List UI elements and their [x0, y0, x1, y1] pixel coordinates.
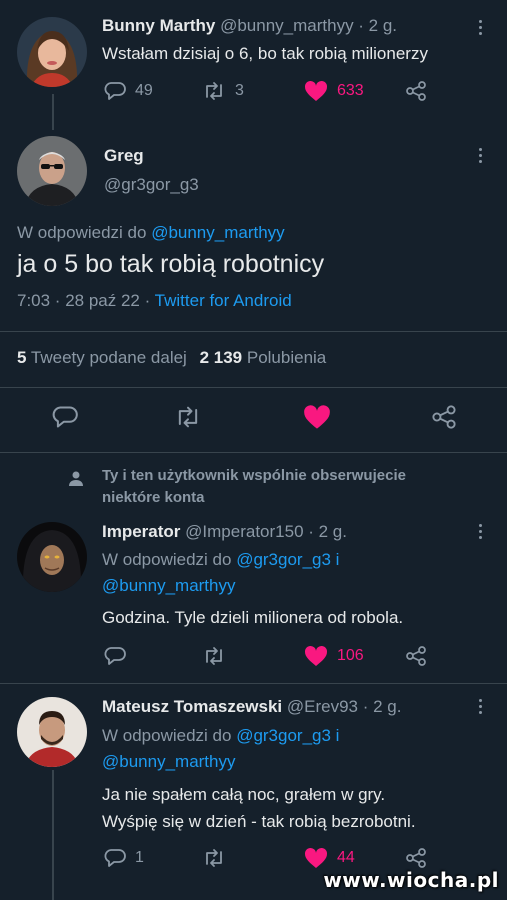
reply2-header: Mateusz Tomaszewski @Erev93 · 2 g. [102, 697, 401, 717]
divider-reply1-bottom [0, 683, 507, 684]
reply2-reply-prefix: W odpowiedzi do [102, 726, 237, 745]
reply-icon [52, 406, 78, 428]
heart-icon [304, 80, 328, 101]
tweet1-reply-button[interactable]: 49 [104, 81, 153, 101]
tweet1-share-button[interactable] [405, 81, 427, 101]
reply-icon [104, 82, 126, 100]
reply2-reply-count: 1 [135, 849, 144, 866]
retweet-icon [206, 82, 222, 100]
reply1-header: Imperator @Imperator150 · 2 g. [102, 522, 347, 542]
reply2-retweet-button[interactable] [202, 848, 235, 868]
reply-icon [104, 849, 126, 867]
reply2-text-line1: Ja nie spałem całą noc, grałem w gry. [102, 785, 386, 804]
main-tweet-reply-context: W odpowiedzi do @bunny_marthyy [17, 223, 285, 243]
tweet1-retweet-count: 3 [235, 82, 244, 99]
reply2-reply-context: W odpowiedzi do @gr3gor_g3 i [102, 726, 339, 746]
reply2-handle-time[interactable]: @Erev93 · 2 g. [287, 697, 402, 716]
reply2-like-button[interactable]: 44 [304, 847, 355, 869]
tweet1-text: Wstałam dzisiaj o 6, bo tak robią milion… [102, 44, 428, 63]
reply1-mention-2[interactable]: @bunny_marthyy [102, 576, 236, 596]
follow-context-line2: niektóre konta [102, 489, 205, 506]
reply1-joiner: i [330, 550, 340, 569]
heart-icon [304, 645, 328, 666]
retweet-icon [206, 849, 222, 867]
tweet1-reply-count: 49 [135, 82, 153, 99]
reply1-retweet-button[interactable] [202, 646, 235, 666]
reply1-reply-button[interactable] [104, 646, 135, 666]
reply2-author-name[interactable]: Mateusz Tomaszewski [102, 697, 282, 716]
retweet-stat-count[interactable]: 5 [17, 348, 26, 367]
reply2-mention-2[interactable]: @bunny_marthyy [102, 752, 236, 772]
retweet-icon [206, 647, 222, 665]
main-like-button[interactable] [303, 404, 331, 430]
tweet1-like-count: 633 [337, 82, 364, 99]
reply1-reply-context: W odpowiedzi do @gr3gor_g3 i [102, 550, 339, 570]
reply2-reply-button[interactable]: 1 [104, 848, 144, 868]
watermark: www.wiocha.pl [323, 868, 499, 892]
divider-stats-top [0, 331, 507, 332]
share-icon [406, 848, 426, 868]
tweet1-more-icon[interactable] [479, 20, 483, 38]
main-tweet-more-icon[interactable] [479, 148, 483, 166]
main-tweet-author-name[interactable]: Greg [104, 146, 144, 166]
heart-icon [304, 405, 330, 429]
main-tweet-timestamp[interactable]: 7:03 · 28 paź 22 · [17, 291, 155, 310]
divider-main-bottom [0, 452, 507, 453]
reply2-more-icon[interactable] [479, 699, 483, 717]
reply1-like-button[interactable]: 106 [304, 645, 364, 667]
tweet1-header: Bunny Marthy @bunny_marthyy · 2 g. [102, 16, 397, 36]
main-tweet-client[interactable]: Twitter for Android [155, 291, 292, 310]
avatar-greg[interactable] [17, 136, 87, 206]
main-tweet-meta: 7:03 · 28 paź 22 · Twitter for Android [17, 291, 292, 311]
like-stat-label[interactable]: Polubienia [247, 348, 326, 367]
like-stat-count[interactable]: 2 139 [200, 348, 243, 367]
reply2-text-line2: Wyśpię się w dzień - tak robią bezrobotn… [102, 812, 416, 831]
main-tweet-handle[interactable]: @gr3gor_g3 [104, 175, 199, 195]
retweet-icon [178, 406, 198, 428]
tweet1-like-button[interactable]: 633 [304, 80, 364, 102]
reply2-like-count: 44 [337, 849, 355, 866]
avatar-mateusz[interactable] [17, 697, 87, 767]
reply1-like-count: 106 [337, 647, 364, 664]
main-tweet-text: ja o 5 bo tak robią robotnicy [17, 250, 325, 278]
reply2-joiner: i [330, 726, 340, 745]
thread-line-top [52, 94, 54, 130]
reply1-more-icon[interactable] [479, 524, 483, 542]
main-reply-button[interactable] [52, 405, 78, 429]
share-icon [406, 81, 426, 101]
retweet-stat-label[interactable]: Tweety podane dalej [31, 348, 187, 367]
reply-context-mention[interactable]: @bunny_marthyy [151, 223, 285, 242]
reply1-author-name[interactable]: Imperator [102, 522, 180, 541]
reply2-share-button[interactable] [405, 848, 427, 868]
reply1-mention-1[interactable]: @gr3gor_g3 [236, 550, 331, 569]
divider-stats-bottom [0, 387, 507, 388]
reply1-handle-time[interactable]: @Imperator150 · 2 g. [185, 522, 347, 541]
reply-icon [104, 647, 126, 665]
main-retweet-button[interactable] [174, 405, 202, 429]
main-tweet-stats: 5 Tweety podane dalej 2 139 Polubienia [17, 348, 326, 368]
reply2-mention-1[interactable]: @gr3gor_g3 [236, 726, 331, 745]
heart-icon [304, 847, 328, 868]
person-icon [69, 471, 83, 486]
thread-line-reply [52, 770, 54, 900]
main-share-button[interactable] [431, 405, 457, 429]
reply-context-prefix: W odpowiedzi do [17, 223, 152, 242]
share-icon [432, 405, 456, 429]
reply1-reply-prefix: W odpowiedzi do [102, 550, 237, 569]
avatar-imperator[interactable] [17, 522, 87, 592]
avatar-bunny-marthy[interactable] [17, 17, 87, 87]
reply1-text: Godzina. Tyle dzieli milionera od robola… [102, 608, 404, 627]
tweet1-handle-time[interactable]: @bunny_marthyy · 2 g. [220, 16, 397, 35]
follow-context-line1: Ty i ten użytkownik wspólnie obserwujeci… [102, 467, 406, 484]
share-icon [406, 646, 426, 666]
tweet1-retweet-button[interactable]: 3 [202, 81, 244, 101]
reply1-share-button[interactable] [405, 646, 427, 666]
tweet1-author-name[interactable]: Bunny Marthy [102, 16, 215, 35]
